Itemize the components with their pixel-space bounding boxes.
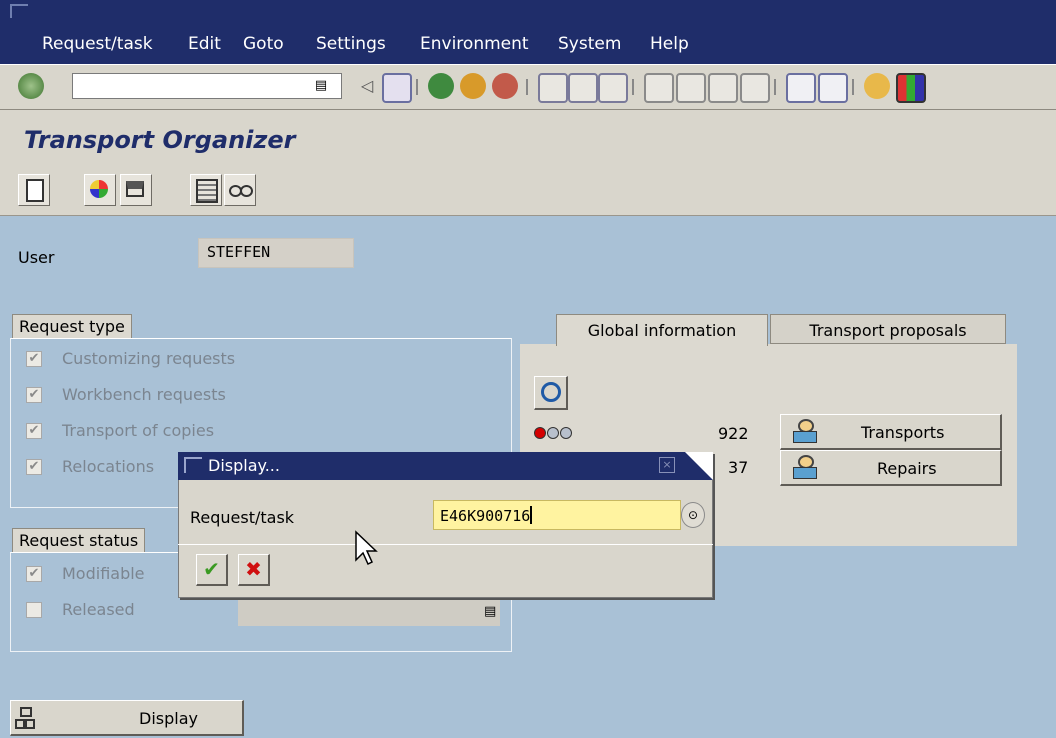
mouse-cursor-icon: [355, 530, 378, 566]
confirm-button[interactable]: ✔: [196, 554, 228, 586]
layout-icon[interactable]: [896, 73, 926, 103]
menu-environment[interactable]: Environment: [420, 34, 529, 54]
menu-help[interactable]: Help: [650, 34, 689, 54]
system-menu-icon[interactable]: [10, 4, 28, 18]
menu-goto[interactable]: Goto: [243, 34, 284, 54]
enter-icon[interactable]: [18, 73, 44, 99]
modifiable-label: Modifiable: [62, 564, 145, 583]
print-icon[interactable]: [538, 73, 568, 103]
transports-count: 922: [718, 424, 749, 443]
cancel-icon[interactable]: [492, 73, 518, 99]
relocations-label: Relocations: [62, 457, 155, 476]
user-icon: [793, 455, 817, 479]
display-change-icon[interactable]: [84, 174, 116, 206]
checkbox-relocations[interactable]: ✔: [26, 459, 42, 475]
refresh-icon: [541, 382, 561, 402]
text-cursor: [530, 506, 533, 524]
menu-settings[interactable]: Settings: [316, 34, 386, 54]
checkbox-modifiable[interactable]: ✔: [26, 566, 42, 582]
transports-label: Transports: [861, 423, 945, 442]
menu-request-task[interactable]: Request/task: [42, 34, 153, 54]
toolbar-separator: [632, 79, 634, 95]
dialog-separator: [178, 544, 713, 545]
refresh-button[interactable]: [534, 376, 568, 410]
workbench-requests-label: Workbench requests: [62, 385, 226, 404]
request-status-title: Request status: [12, 528, 146, 552]
request-task-value: E46K900716: [440, 507, 531, 525]
transport-of-copies-label: Transport of copies: [62, 421, 215, 440]
transports-button[interactable]: Transports: [780, 414, 1002, 450]
user-field[interactable]: STEFFEN: [198, 238, 354, 268]
back-arrow-icon[interactable]: ◁: [354, 73, 380, 99]
repairs-count: 37: [728, 458, 749, 477]
hierarchy-icon: [15, 707, 35, 729]
save-icon[interactable]: [382, 73, 412, 103]
value-help-icon[interactable]: ⊙: [681, 502, 705, 528]
released-dropdown-icon[interactable]: ▤: [484, 604, 496, 619]
checkbox-workbench[interactable]: ✔: [26, 387, 42, 403]
page-title: Transport Organizer: [24, 126, 296, 154]
tab-transport-proposals[interactable]: Transport proposals: [770, 314, 1006, 344]
help-icon[interactable]: [864, 73, 890, 99]
back-nav-icon[interactable]: [428, 73, 454, 99]
display-button[interactable]: Display: [10, 700, 244, 736]
dialog-title: Display...: [208, 456, 280, 475]
menu-bar: Request/task Edit Goto Settings Environm…: [0, 0, 1056, 64]
display-button-label: Display: [139, 709, 198, 728]
release-icon[interactable]: [120, 174, 152, 206]
toolbar-separator: [416, 79, 418, 95]
find-icon[interactable]: [568, 73, 598, 103]
toolbar-separator: [774, 79, 776, 95]
checkbox-released[interactable]: [26, 602, 42, 618]
shortcut-icon[interactable]: [818, 73, 848, 103]
request-type-title: Request type: [12, 314, 132, 338]
last-page-icon[interactable]: [740, 73, 770, 103]
first-page-icon[interactable]: [644, 73, 674, 103]
toolbar-separator: [852, 79, 854, 95]
dialog-field-label: Request/task: [190, 508, 295, 527]
create-icon[interactable]: [18, 174, 50, 206]
create-session-icon[interactable]: [786, 73, 816, 103]
window-icon: [184, 457, 202, 473]
released-label: Released: [62, 600, 135, 619]
user-icon: [793, 419, 817, 443]
prev-page-icon[interactable]: [676, 73, 706, 103]
released-date-field[interactable]: [238, 598, 500, 626]
repairs-button[interactable]: Repairs: [780, 450, 1002, 486]
application-toolbar: [0, 166, 1056, 216]
command-history-icon[interactable]: ▤: [314, 77, 328, 95]
checkbox-customizing[interactable]: ✔: [26, 351, 42, 367]
exit-icon[interactable]: [460, 73, 486, 99]
menu-system[interactable]: System: [558, 34, 621, 54]
command-field[interactable]: [72, 73, 342, 99]
dialog-corner-icon: [685, 452, 713, 480]
user-label: User: [18, 248, 55, 267]
glasses-icon[interactable]: [224, 174, 256, 206]
toolbar-separator: [526, 79, 528, 95]
menu-edit[interactable]: Edit: [188, 34, 221, 54]
traffic-light-icon: [534, 426, 594, 440]
request-task-input[interactable]: E46K900716: [433, 500, 681, 530]
checkbox-transport-copies[interactable]: ✔: [26, 423, 42, 439]
close-icon[interactable]: ×: [659, 457, 675, 473]
tab-global-information[interactable]: Global information: [556, 314, 768, 346]
dialog-title-bar: Display... ×: [178, 452, 713, 480]
next-page-icon[interactable]: [708, 73, 738, 103]
repairs-label: Repairs: [877, 459, 937, 478]
cancel-button[interactable]: ✖: [238, 554, 270, 586]
standard-toolbar: ▤ ◁: [0, 64, 1056, 110]
customizing-requests-label: Customizing requests: [62, 349, 236, 368]
transport-tools-icon[interactable]: [190, 174, 222, 206]
find-next-icon[interactable]: [598, 73, 628, 103]
